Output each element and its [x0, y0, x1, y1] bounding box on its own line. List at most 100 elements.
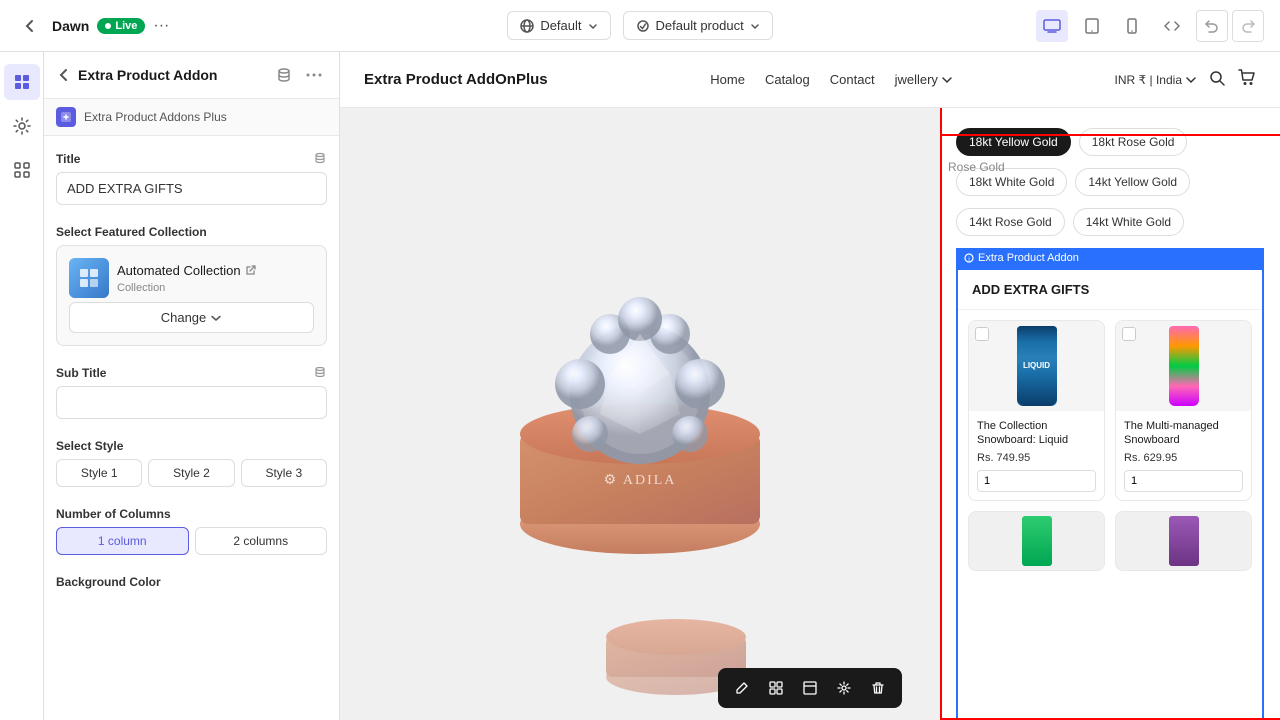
nav-contact[interactable]: Contact	[830, 72, 875, 87]
toolbar-delete-button[interactable]	[864, 674, 892, 702]
addon-product-2-qty[interactable]	[1124, 470, 1243, 492]
toolbar-settings-button[interactable]	[830, 674, 858, 702]
main-layout: Extra Product Addon Extra Product Addons…	[0, 52, 1280, 720]
title-input[interactable]	[56, 172, 327, 205]
globe-icon	[520, 19, 534, 33]
1column-button[interactable]: 1 column	[56, 527, 189, 555]
top-bar: Dawn Live ··· Default Default product	[0, 0, 1280, 52]
title-label: Title	[56, 152, 327, 166]
addon-product-2-checkbox[interactable]	[1122, 327, 1136, 341]
store-name: Dawn	[52, 18, 89, 34]
svg-text:⚙ ADILA: ⚙ ADILA	[604, 473, 677, 488]
product-main: ⚙ ADILA	[340, 108, 940, 720]
panel-content: Title Select Featured Collection	[44, 136, 339, 720]
style3-button[interactable]: Style 3	[241, 459, 327, 487]
settings-button[interactable]	[4, 108, 40, 144]
toolbar-layout-button[interactable]	[796, 674, 824, 702]
panel-more-button[interactable]	[301, 62, 327, 88]
variant-18kt-rose[interactable]: 18kt Rose Gold	[1079, 128, 1188, 156]
subtitle-input[interactable]	[56, 386, 327, 419]
red-border-left	[940, 108, 942, 720]
theme-dropdown[interactable]: Default	[507, 11, 610, 40]
rose-gold-label: Rose Gold	[948, 160, 1005, 174]
nav-right: INR ₹ | India	[1115, 69, 1256, 90]
cart-button[interactable]	[1238, 69, 1256, 90]
change-collection-button[interactable]: Change	[69, 302, 314, 333]
undo-button[interactable]	[1196, 10, 1228, 42]
toolbar-edit-button[interactable]	[728, 674, 756, 702]
columns-label: Number of Columns	[56, 507, 327, 521]
chevron-down-icon	[1186, 76, 1196, 84]
variant-14kt-white[interactable]: 14kt White Gold	[1073, 208, 1184, 236]
style2-button[interactable]: Style 2	[148, 459, 234, 487]
subtitle-field-group: Sub Title	[56, 366, 327, 419]
live-badge: Live	[97, 18, 145, 34]
collection-field-group: Select Featured Collection Automated Col…	[56, 225, 327, 346]
2columns-button[interactable]: 2 columns	[195, 527, 328, 555]
nav-home[interactable]: Home	[710, 72, 745, 87]
bg-color-field-group: Background Color	[56, 575, 327, 589]
product-image-area: ⚙ ADILA	[340, 108, 940, 720]
top-bar-left: Dawn Live ···	[16, 12, 495, 40]
desktop-view-button[interactable]	[1036, 10, 1068, 42]
columns-field-group: Number of Columns 1 column 2 columns	[56, 507, 327, 555]
addon-popup: i Extra Product Addon ADD EXTRA GIFTS	[956, 248, 1264, 720]
top-bar-right	[785, 10, 1264, 42]
addon-product-2-info: The Multi-managed Snowboard Rs. 629.95	[1116, 411, 1251, 500]
style1-button[interactable]: Style 1	[56, 459, 142, 487]
collection-name: Automated Collection	[117, 263, 257, 278]
currency-selector[interactable]: INR ₹ | India	[1115, 73, 1196, 87]
search-button[interactable]	[1208, 69, 1226, 90]
addon-product-1-checkbox[interactable]	[975, 327, 989, 341]
product-dropdown[interactable]: Default product	[623, 11, 773, 40]
code-view-button[interactable]	[1156, 10, 1188, 42]
apps-button[interactable]	[4, 152, 40, 188]
addon-product-2-name: The Multi-managed Snowboard	[1124, 419, 1243, 448]
snowboard-liquid-image: LIQUID	[1017, 326, 1057, 406]
chevron-down-icon	[588, 21, 598, 31]
addon-product-1-price: Rs. 749.95	[977, 452, 1096, 464]
mobile-view-button[interactable]	[1116, 10, 1148, 42]
collection-info: Automated Collection Collection	[117, 263, 257, 294]
store-nav: Extra Product AddOnPlus Home Catalog Con…	[340, 52, 1280, 108]
undo-redo-group	[1196, 10, 1264, 42]
addon-product-1: LIQUID The Collection Snowboard: Liquid …	[968, 320, 1105, 501]
variant-18kt-yellow[interactable]: 18kt Yellow Gold	[956, 128, 1071, 156]
addon-product-2-price: Rs. 629.95	[1124, 452, 1243, 464]
back-icon[interactable]	[56, 67, 72, 83]
chevron-down-icon	[210, 312, 222, 324]
tablet-view-button[interactable]	[1076, 10, 1108, 42]
plugin-name: Extra Product Addons Plus	[84, 110, 227, 124]
variant-group: 18kt Yellow Gold 18kt Rose Gold	[956, 128, 1264, 156]
addon-product-2: The Multi-managed Snowboard Rs. 629.95	[1115, 320, 1252, 501]
variant-14kt-yellow[interactable]: 14kt Yellow Gold	[1075, 168, 1190, 196]
addon-header: ADD EXTRA GIFTS	[958, 270, 1262, 310]
toolbar-grid-button[interactable]	[762, 674, 790, 702]
addon-product-1-qty[interactable]	[977, 470, 1096, 492]
top-bar-center: Default Default product	[507, 11, 772, 40]
addon-more-products	[958, 511, 1262, 571]
addon-more-product-placeholder-2	[1115, 511, 1252, 571]
live-dot	[105, 23, 111, 29]
variant-14kt-rose[interactable]: 14kt Rose Gold	[956, 208, 1065, 236]
addon-products: LIQUID The Collection Snowboard: Liquid …	[958, 310, 1262, 511]
back-button[interactable]	[16, 12, 44, 40]
redo-button[interactable]	[1232, 10, 1264, 42]
bg-color-label: Background Color	[56, 575, 327, 589]
style-field-group: Select Style Style 1 Style 2 Style 3	[56, 439, 327, 487]
addon-product-1-image: LIQUID	[969, 321, 1104, 411]
more-options-button[interactable]: ···	[153, 17, 169, 35]
chevron-down-icon	[942, 76, 952, 84]
database-icon-button[interactable]	[271, 62, 297, 88]
nav-jwellery[interactable]: jwellery	[895, 72, 952, 87]
external-link-icon[interactable]	[245, 264, 257, 276]
collection-header: Automated Collection Collection	[69, 258, 314, 298]
addon-product-1-info: The Collection Snowboard: Liquid Rs. 749…	[969, 411, 1104, 500]
collection-thumbnail	[69, 258, 109, 298]
nav-catalog[interactable]: Catalog	[765, 72, 810, 87]
info-icon: i	[964, 253, 974, 263]
plugin-icon	[56, 107, 76, 127]
sections-button[interactable]	[4, 64, 40, 100]
addon-popup-label: i Extra Product Addon	[956, 248, 1264, 268]
db-icon-subtitle	[313, 366, 327, 380]
